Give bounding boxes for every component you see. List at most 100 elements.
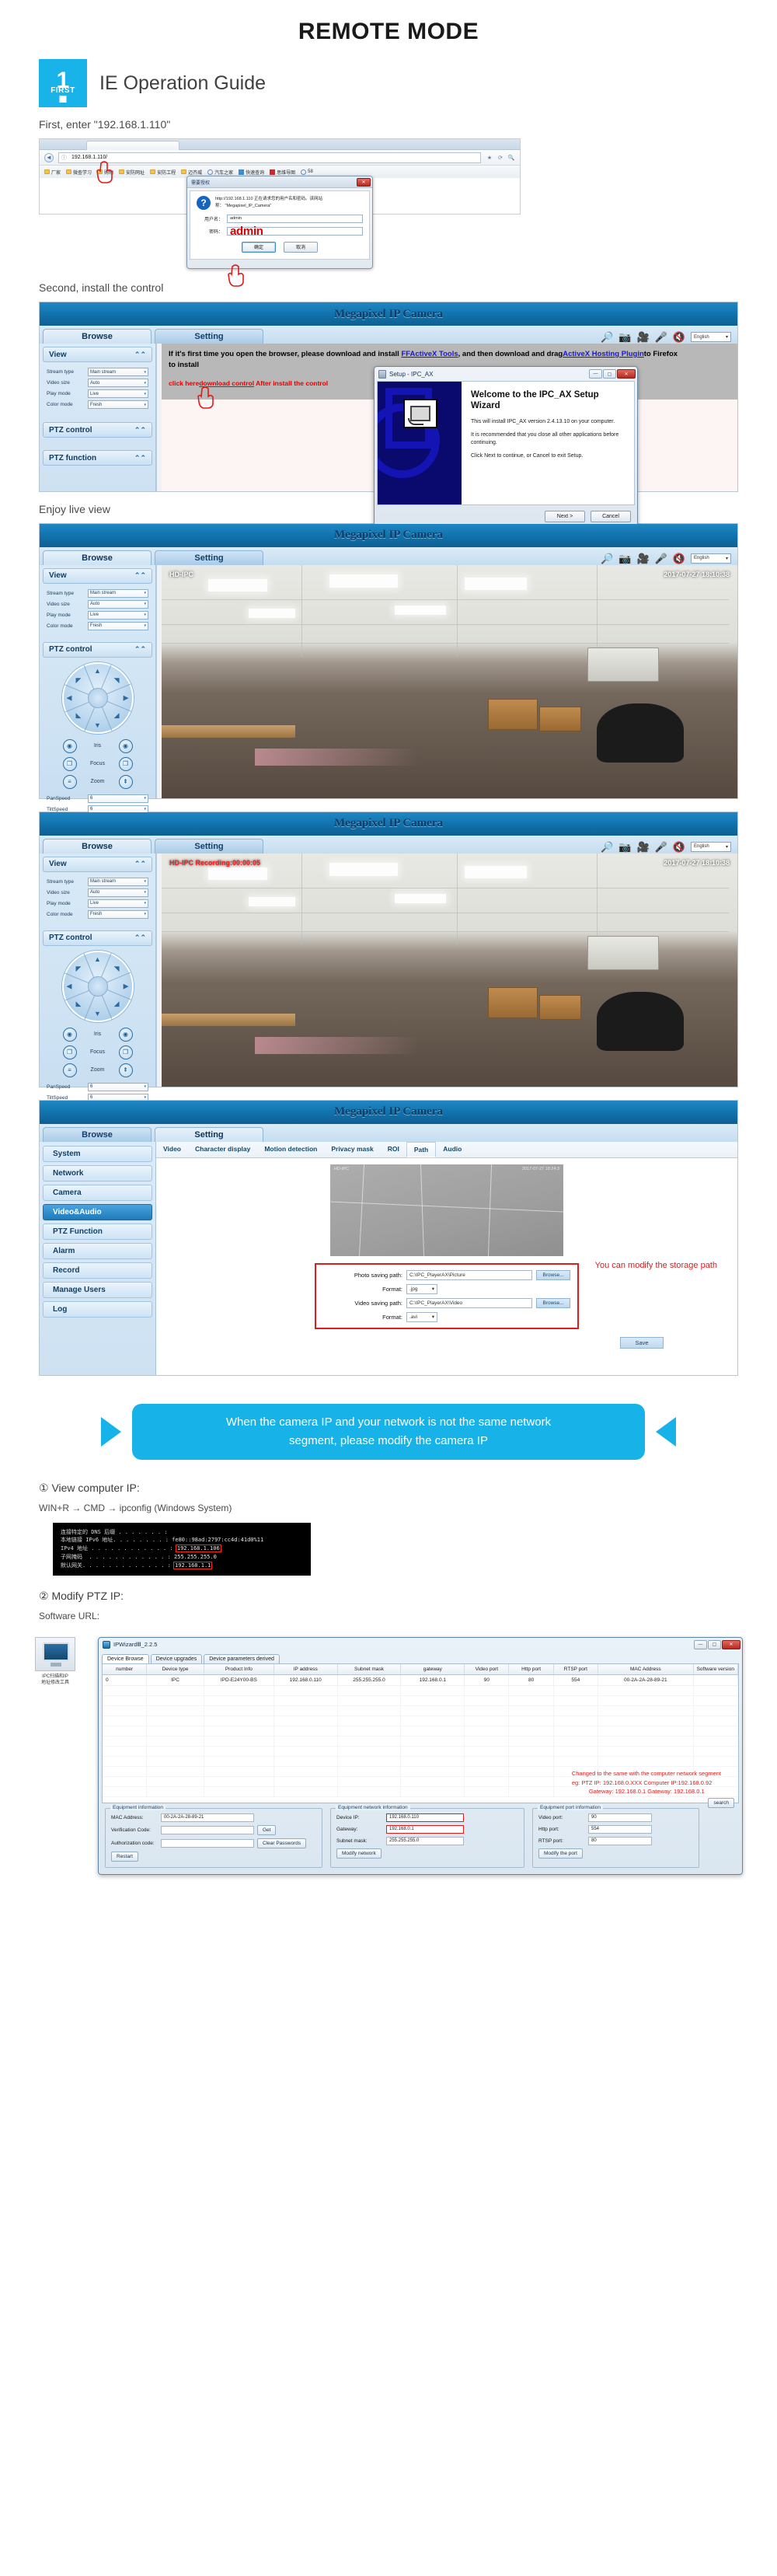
device-ip-input[interactable]: 192.168.0.110 <box>386 1813 464 1822</box>
video-port-input[interactable]: 90 <box>588 1813 652 1822</box>
iris-minus-icon[interactable]: ◉ <box>62 1027 77 1042</box>
password-input[interactable]: admin <box>227 225 363 237</box>
ptz-up-icon[interactable]: ▲ <box>94 955 101 963</box>
tab-motion-detection[interactable]: Motion detection <box>257 1142 324 1157</box>
ie-tab[interactable] <box>86 141 179 150</box>
tab-browse[interactable]: Browse <box>43 838 152 853</box>
search-button[interactable]: search <box>708 1797 734 1808</box>
play-mode-select[interactable]: Live ▾ <box>88 610 148 620</box>
ip-tool-icon[interactable] <box>35 1636 75 1671</box>
record-icon[interactable]: 🎥 <box>636 842 649 852</box>
ptz-control-header[interactable]: PTZ control ⌃⌃ <box>43 641 152 658</box>
speaker-mute-icon[interactable]: 🔇 <box>673 332 685 342</box>
clear-passwords-button[interactable]: Clear Passwords <box>257 1838 307 1848</box>
play-mode-select[interactable]: Live ▾ <box>88 389 148 398</box>
menu-item-video-audio[interactable]: Video&Audio <box>43 1203 152 1220</box>
tab-device-parameters-derived[interactable]: Device parameters derived <box>204 1653 280 1663</box>
tab-path[interactable]: Path <box>406 1141 437 1157</box>
zoom-in-icon[interactable]: ⇞ <box>118 1063 133 1077</box>
ptz-up-right-icon[interactable]: ◥ <box>114 676 120 685</box>
speaker-mute-icon[interactable]: 🔇 <box>673 553 685 564</box>
bookmark-item[interactable]: 思维导图 <box>270 169 295 176</box>
language-select[interactable]: English ▾ <box>691 553 731 564</box>
zoom-in-icon[interactable]: ⇞ <box>118 774 133 789</box>
download-control-link[interactable]: download control <box>199 379 254 387</box>
scrollbar[interactable] <box>156 344 162 491</box>
menu-item-record[interactable]: Record <box>43 1262 152 1279</box>
modify-network-button[interactable]: Modify network <box>336 1848 382 1859</box>
tab-device-upgrades[interactable]: Device upgrades <box>150 1653 203 1663</box>
star-icon[interactable]: ★ <box>486 154 493 162</box>
zoom-icon[interactable]: 🔎 <box>601 842 613 852</box>
ptz-down-left-icon[interactable]: ◣ <box>76 711 82 720</box>
microphone-icon[interactable]: 🎤 <box>655 842 667 852</box>
tab-setting[interactable]: Setting <box>155 550 263 565</box>
bookmark-item[interactable]: 迈齐威 <box>181 169 202 176</box>
close-icon[interactable]: ✕ <box>617 369 636 379</box>
ptz-control-header[interactable]: PTZ control ⌃⌃ <box>43 422 152 438</box>
bookmark-item[interactable]: 厂家 <box>44 169 61 176</box>
menu-item-log[interactable]: Log <box>43 1300 152 1318</box>
tab-device-browse[interactable]: Device Browse <box>102 1653 149 1663</box>
language-select[interactable]: English ▾ <box>691 841 731 852</box>
search-icon[interactable]: 🔍 <box>507 154 515 162</box>
tab-video[interactable]: Video <box>156 1142 188 1157</box>
focus-near-icon[interactable]: ❐ <box>62 756 77 771</box>
ok-button[interactable]: 确定 <box>242 241 276 253</box>
bookmark-item[interactable]: 汽车之家 <box>207 169 233 176</box>
menu-item-network[interactable]: Network <box>43 1164 152 1182</box>
tab-setting[interactable]: Setting <box>155 329 263 344</box>
refresh-icon[interactable]: ⟳ <box>497 154 504 162</box>
save-button[interactable]: Save <box>620 1336 664 1349</box>
ptz-down-left-icon[interactable]: ◣ <box>76 1000 82 1008</box>
menu-item-manage-users[interactable]: Manage Users <box>43 1281 152 1298</box>
stream-type-select[interactable]: Main stream ▾ <box>88 368 148 376</box>
scrollbar[interactable] <box>156 564 162 798</box>
scrollbar[interactable] <box>156 853 162 1087</box>
ptz-right-icon[interactable]: ▶ <box>124 693 129 702</box>
stream-type-select[interactable]: Main stream ▾ <box>88 588 148 598</box>
tab-privacy-mask[interactable]: Privacy mask <box>324 1142 380 1157</box>
color-mode-select[interactable]: Fresh ▾ <box>88 621 148 630</box>
ptz-up-icon[interactable]: ▲ <box>94 667 101 675</box>
bookmark-item[interactable]: 安防工程 <box>150 169 176 176</box>
view-panel-header[interactable]: View ⌃⌃ <box>43 567 152 584</box>
ptz-down-icon[interactable]: ▼ <box>94 1010 101 1017</box>
tab-character-display[interactable]: Character display <box>188 1142 257 1157</box>
menu-item-system[interactable]: System <box>43 1145 152 1162</box>
back-icon[interactable]: ◄ <box>44 152 54 162</box>
maximize-icon[interactable]: ▢ <box>708 1639 721 1649</box>
pan-speed-select[interactable]: 6 ▾ <box>88 1082 148 1091</box>
minimize-icon[interactable]: — <box>694 1639 707 1649</box>
live-video-stream[interactable]: HD-IPC Recording:00:00:05 2017-07-27 18:… <box>162 853 737 1087</box>
address-bar-input[interactable]: 192.168.1.110/ <box>58 152 481 163</box>
stream-type-select[interactable]: Main stream ▾ <box>88 877 148 886</box>
bookmark-item[interactable]: 微查学习 <box>66 169 92 176</box>
record-icon[interactable]: 🎥 <box>636 332 649 342</box>
view-panel-header[interactable]: View ⌃⌃ <box>43 856 152 872</box>
photo-browse-button[interactable]: Browse... <box>536 1269 570 1280</box>
iris-plus-icon[interactable]: ◉ <box>118 1027 133 1042</box>
restart-button[interactable]: Restart <box>111 1851 138 1862</box>
cancel-button[interactable]: 取消 <box>284 241 318 253</box>
tab-browse[interactable]: Browse <box>43 1126 152 1142</box>
tab-roi[interactable]: ROI <box>381 1142 406 1157</box>
color-mode-select[interactable]: Fresh ▾ <box>88 400 148 409</box>
setup-cancel-button[interactable]: Cancel <box>591 511 631 522</box>
speaker-mute-icon[interactable]: 🔇 <box>673 842 685 852</box>
menu-item-alarm[interactable]: Alarm <box>43 1242 152 1259</box>
rtsp-port-input[interactable]: 80 <box>588 1836 652 1845</box>
ptz-right-icon[interactable]: ▶ <box>124 982 129 990</box>
record-icon[interactable]: 🎥 <box>636 553 649 564</box>
snapshot-icon[interactable]: 📷 <box>618 553 631 564</box>
microphone-icon[interactable]: 🎤 <box>655 332 667 342</box>
video-path-input[interactable]: C:\IPC_PlayerAX\Video <box>406 1297 532 1308</box>
zoom-out-icon[interactable]: ≡ <box>62 1063 77 1077</box>
language-select[interactable]: English ▾ <box>691 332 731 342</box>
ptz-down-right-icon[interactable]: ◢ <box>114 711 120 720</box>
close-icon[interactable]: ✕ <box>357 177 371 187</box>
activex-hosting-plugin-link[interactable]: ActiveX Hosting Plugin <box>563 350 644 358</box>
zoom-icon[interactable]: 🔎 <box>601 332 613 342</box>
modify-port-button[interactable]: Modify the port <box>538 1848 583 1859</box>
ptz-control-header[interactable]: PTZ control ⌃⌃ <box>43 930 152 946</box>
